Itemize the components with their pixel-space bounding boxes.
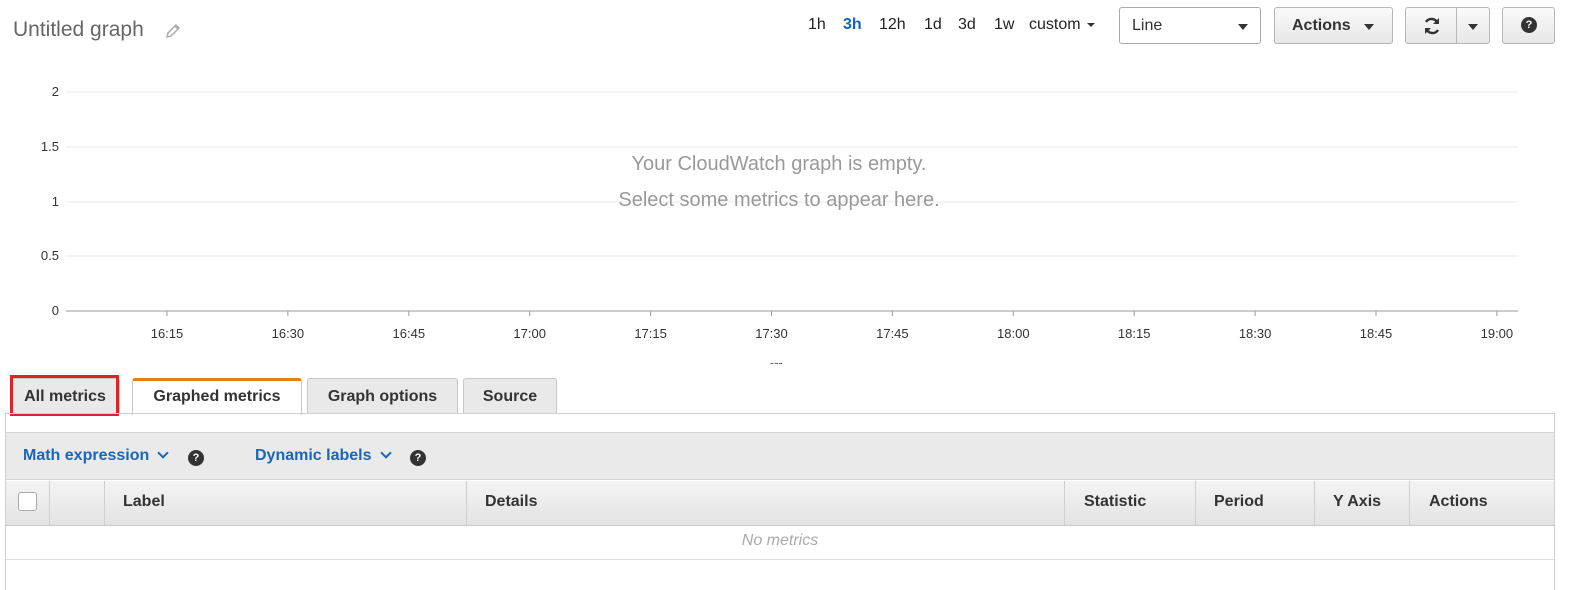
help-icon[interactable]: ? xyxy=(188,450,204,466)
column-divider xyxy=(1314,481,1315,526)
column-header-y-axis[interactable]: Y Axis xyxy=(1333,493,1381,511)
x-tick-marks xyxy=(166,311,1498,316)
x-tick-label: 17:00 xyxy=(513,326,546,341)
refresh-icon xyxy=(1424,17,1440,35)
tab-source[interactable]: Source xyxy=(463,378,557,414)
pencil-icon[interactable] xyxy=(164,22,182,40)
y-tick-label: 2 xyxy=(51,84,59,99)
tab-graphed-metrics[interactable]: Graphed metrics xyxy=(132,378,302,415)
caret-down-icon xyxy=(1364,24,1374,30)
column-header-label[interactable]: Label xyxy=(123,493,165,511)
range-3d[interactable]: 3d xyxy=(958,16,976,34)
empty-graph-message: Your CloudWatch graph is empty. xyxy=(631,153,927,175)
x-tick-label: 18:00 xyxy=(997,326,1030,341)
y-tick-label: 1.5 xyxy=(40,139,59,154)
metrics-table-header xyxy=(6,481,1554,526)
column-divider xyxy=(1409,481,1410,526)
help-icon[interactable]: ? xyxy=(410,450,426,466)
x-tick-label: 18:15 xyxy=(1117,326,1151,341)
range-1w[interactable]: 1w xyxy=(994,16,1014,34)
help-button[interactable]: ? xyxy=(1502,7,1555,44)
math-expression-dropdown[interactable]: Math expression xyxy=(23,447,169,465)
range-custom[interactable]: custom xyxy=(1029,16,1095,34)
caret-down-icon xyxy=(1468,24,1478,30)
range-3h[interactable]: 3h xyxy=(843,16,862,34)
range-12h[interactable]: 12h xyxy=(879,16,906,34)
y-tick-label: 0.5 xyxy=(40,248,59,263)
column-divider xyxy=(1195,481,1196,526)
chart-type-select[interactable]: Line xyxy=(1119,7,1261,44)
highlight-box xyxy=(10,375,119,416)
empty-graph-hint: Select some metrics to appear here. xyxy=(618,189,940,211)
x-tick-label: 17:45 xyxy=(876,326,909,341)
column-divider xyxy=(104,481,105,526)
range-1d[interactable]: 1d xyxy=(924,16,942,34)
chevron-down-icon xyxy=(379,447,392,459)
empty-table-message: No metrics xyxy=(741,532,819,549)
x-tick-label: 19:00 xyxy=(1480,326,1514,341)
caret-down-icon xyxy=(1238,24,1248,30)
x-tick-label: 17:30 xyxy=(755,326,788,341)
column-header-statistic[interactable]: Statistic xyxy=(1084,493,1146,511)
y-tick-label: 1 xyxy=(51,194,59,209)
actions-button[interactable]: Actions xyxy=(1274,7,1393,44)
chart-type-value: Line xyxy=(1132,17,1163,34)
column-divider xyxy=(466,481,467,526)
y-tick-label: 0 xyxy=(51,303,59,318)
metrics-toolbar xyxy=(6,432,1554,480)
legend-placeholder: --- xyxy=(770,355,783,370)
x-tick-label: 18:45 xyxy=(1359,326,1393,341)
dynamic-labels-dropdown[interactable]: Dynamic labels xyxy=(255,447,392,465)
help-icon: ? xyxy=(1521,17,1537,33)
column-header-details[interactable]: Details xyxy=(485,493,537,511)
x-tick-label: 16:45 xyxy=(392,326,426,341)
chevron-down-icon xyxy=(157,447,169,459)
refresh-options-button[interactable] xyxy=(1456,7,1490,44)
refresh-button[interactable] xyxy=(1405,7,1457,44)
math-expression-label: Math expression xyxy=(23,447,150,464)
tab-graph-options[interactable]: Graph options xyxy=(307,378,458,414)
range-custom-label: custom xyxy=(1029,16,1081,33)
column-header-actions[interactable]: Actions xyxy=(1429,493,1488,511)
select-all-checkbox[interactable] xyxy=(18,492,37,511)
x-tick-label: 16:15 xyxy=(150,326,184,341)
x-tick-label: 16:30 xyxy=(271,326,305,341)
column-divider xyxy=(1064,481,1065,526)
row-divider xyxy=(6,559,1554,560)
column-header-period[interactable]: Period xyxy=(1214,493,1264,511)
actions-label: Actions xyxy=(1292,17,1351,34)
x-tick-label: 17:15 xyxy=(634,326,667,341)
x-tick-label: 18:30 xyxy=(1238,326,1272,341)
dynamic-labels-label: Dynamic labels xyxy=(255,447,372,464)
column-divider xyxy=(49,481,50,526)
range-1h[interactable]: 1h xyxy=(808,16,826,34)
graph-title[interactable]: Untitled graph xyxy=(13,18,144,42)
caret-down-icon xyxy=(1086,22,1095,27)
